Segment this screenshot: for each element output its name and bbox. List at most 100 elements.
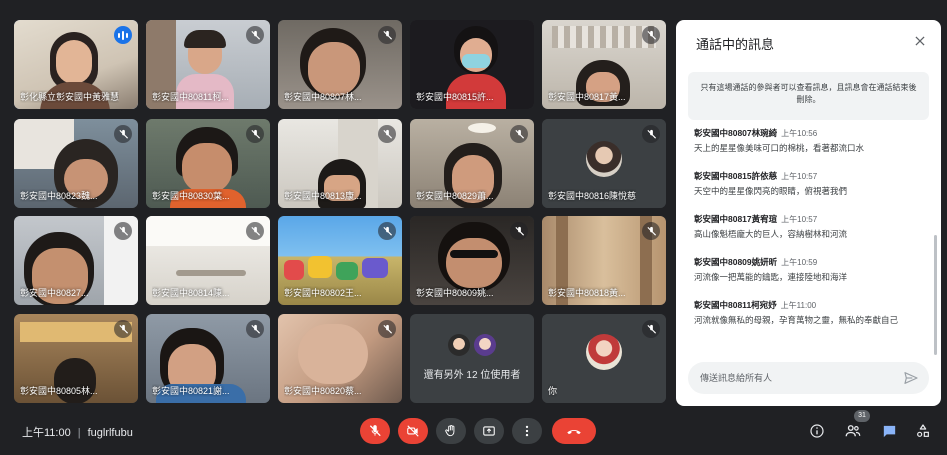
mic-off-icon (510, 222, 528, 240)
chat-message: 彰安國中80817黃宥瑄 上午10:57 高山像魁梧龐大的巨人，容納樹林和河流 (694, 213, 924, 240)
mic-off-icon (114, 125, 132, 143)
mic-off-icon (246, 125, 264, 143)
participant-tile[interactable]: 彰安國中80830葉... (146, 119, 270, 208)
message-text: 高山像魁梧龐大的巨人，容納樹林和河流 (694, 229, 848, 239)
self-tile[interactable]: 你 (542, 314, 666, 403)
participant-tile[interactable]: 彰安國中80809姚... (410, 216, 534, 305)
participant-name: 彰安國中80815許... (416, 92, 494, 102)
participants-button[interactable]: 31 (842, 410, 870, 442)
camera-toggle-button[interactable] (398, 418, 428, 444)
participant-name: 彰安國中80811柯... (152, 92, 229, 102)
participant-name: 彰安國中80821謝... (152, 386, 230, 396)
participant-tile[interactable]: 彰安國中80823魏... (14, 119, 138, 208)
message-sender: 彰安國中80811柯宛妤 (694, 300, 777, 310)
mic-off-icon (246, 26, 264, 44)
avatar (586, 141, 622, 177)
more-participants-tile[interactable]: 還有另外 12 位使用者 (410, 314, 534, 403)
participant-tile[interactable]: 彰安國中80807林... (278, 20, 402, 109)
avatar (474, 334, 496, 356)
mic-off-icon (642, 125, 660, 143)
participant-name: 你 (548, 386, 558, 396)
participant-tile[interactable]: 彰安國中80820蔡... (278, 314, 402, 403)
mic-off-icon (642, 222, 660, 240)
message-text: 天空中的星星像閃亮的眼睛，俯視著我們 (694, 186, 848, 196)
activities-button[interactable] (912, 420, 934, 442)
more-participants-label: 還有另外 12 位使用者 (423, 370, 521, 381)
control-bar: 上午11:00 | fuglrlfubu 31 (0, 408, 947, 455)
hang-up-icon (567, 429, 581, 435)
participant-name: 彰安國中80818黃... (548, 288, 626, 298)
divider: | (77, 427, 81, 439)
chat-message: 彰安國中80815許依慈 上午10:57 天空中的星星像閃亮的眼睛，俯視著我們 (694, 170, 924, 197)
participant-tile[interactable]: 彰安國中80805林... (14, 314, 138, 403)
mic-off-icon (642, 26, 660, 44)
hand-icon (445, 424, 455, 437)
participant-name: 彰安國中80814陳... (152, 288, 230, 298)
speaking-indicator-icon (114, 26, 132, 44)
mic-off-icon (369, 425, 381, 437)
avatar (448, 334, 470, 356)
participant-tile[interactable]: 彰安國中80818黃... (542, 216, 666, 305)
participant-name: 彰安國中80820蔡... (284, 386, 362, 396)
participant-tile[interactable]: 彰安國中80816陳悅慈 (542, 119, 666, 208)
activities-icon (917, 424, 929, 437)
present-screen-button[interactable] (474, 418, 504, 444)
message-sender: 彰安國中80815許依慈 (694, 171, 778, 181)
message-time: 上午10:57 (781, 172, 818, 181)
meeting-info: 上午11:00 | fuglrlfubu (22, 424, 133, 440)
participant-tile[interactable]: 彰安國中80814陳... (146, 216, 270, 305)
participant-name: 彰安國中80823魏... (20, 191, 98, 201)
message-time: 上午11:00 (780, 301, 817, 310)
participant-tile[interactable]: 彰安國中80817黃... (542, 20, 666, 109)
chat-button[interactable] (878, 420, 900, 442)
participant-tile[interactable]: 彰安國中80821謝... (146, 314, 270, 403)
chat-message: 彰安國中80807林琬綺 上午10:56 天上的星星像美味可口的棉桃，看著都流口水 (694, 127, 924, 154)
other-avatars (410, 334, 534, 356)
participant-tile[interactable]: 彰安國中80811柯... (146, 20, 270, 109)
participant-tile[interactable]: 彰化縣立彰安國中黃雅慧 (14, 20, 138, 109)
participant-tile[interactable]: 彰安國中80802王... (278, 216, 402, 305)
participant-name: 彰安國中80809姚... (416, 288, 494, 298)
participant-tile[interactable]: 彰安國中80813康... (278, 119, 402, 208)
raise-hand-button[interactable] (436, 418, 466, 444)
mic-off-icon (378, 26, 396, 44)
participant-name: 彰安國中80813康... (284, 191, 362, 201)
message-time: 上午10:59 (781, 258, 818, 267)
participant-name: 彰安國中80829蕭... (416, 191, 494, 201)
people-icon (845, 425, 861, 437)
avatar (586, 334, 622, 370)
participant-name: 彰安國中80802王... (284, 288, 362, 298)
current-time: 上午11:00 (22, 427, 71, 439)
participant-tile[interactable]: 彰安國中80827... (14, 216, 138, 305)
leave-call-button[interactable] (552, 418, 596, 444)
mic-off-icon (378, 320, 396, 338)
mic-off-icon (114, 222, 132, 240)
more-options-button[interactable] (512, 418, 542, 444)
mic-off-icon (246, 222, 264, 240)
chat-input[interactable] (700, 362, 890, 394)
participant-name: 彰安國中80817黃... (548, 92, 626, 102)
chat-compose (688, 362, 929, 394)
meeting-code: fuglrlfubu (87, 427, 133, 439)
chat-notice: 只有這場通話的參與者可以查看訊息，且訊息會在通話結束後刪除。 (688, 72, 929, 120)
mic-toggle-button[interactable] (360, 418, 390, 444)
mic-off-icon (642, 320, 660, 338)
participant-grid: 彰化縣立彰安國中黃雅慧 彰安國中80811柯... 彰安國中80807林... … (14, 20, 666, 406)
participant-tile[interactable]: 彰安國中80815許... (410, 20, 534, 109)
participant-name: 彰安國中80807林... (284, 92, 362, 102)
message-list: 彰安國中80807林琬綺 上午10:56 天上的星星像美味可口的棉桃，看著都流口水… (694, 127, 924, 342)
message-time: 上午10:57 (781, 215, 818, 224)
present-icon (483, 426, 495, 436)
chat-panel-title: 通話中的訊息 (696, 37, 775, 52)
info-icon (810, 424, 824, 438)
participant-tile[interactable]: 彰安國中80829蕭... (410, 119, 534, 208)
send-icon[interactable] (903, 370, 919, 386)
close-icon[interactable] (909, 30, 931, 52)
mic-off-icon (246, 320, 264, 338)
message-sender: 彰安國中80809姚妍昕 (694, 257, 778, 267)
chat-scrollbar[interactable] (934, 235, 937, 355)
participant-name: 彰安國中80830葉... (152, 191, 230, 201)
meeting-details-button[interactable] (806, 420, 828, 442)
camera-off-icon (407, 425, 419, 437)
mic-off-icon (378, 222, 396, 240)
